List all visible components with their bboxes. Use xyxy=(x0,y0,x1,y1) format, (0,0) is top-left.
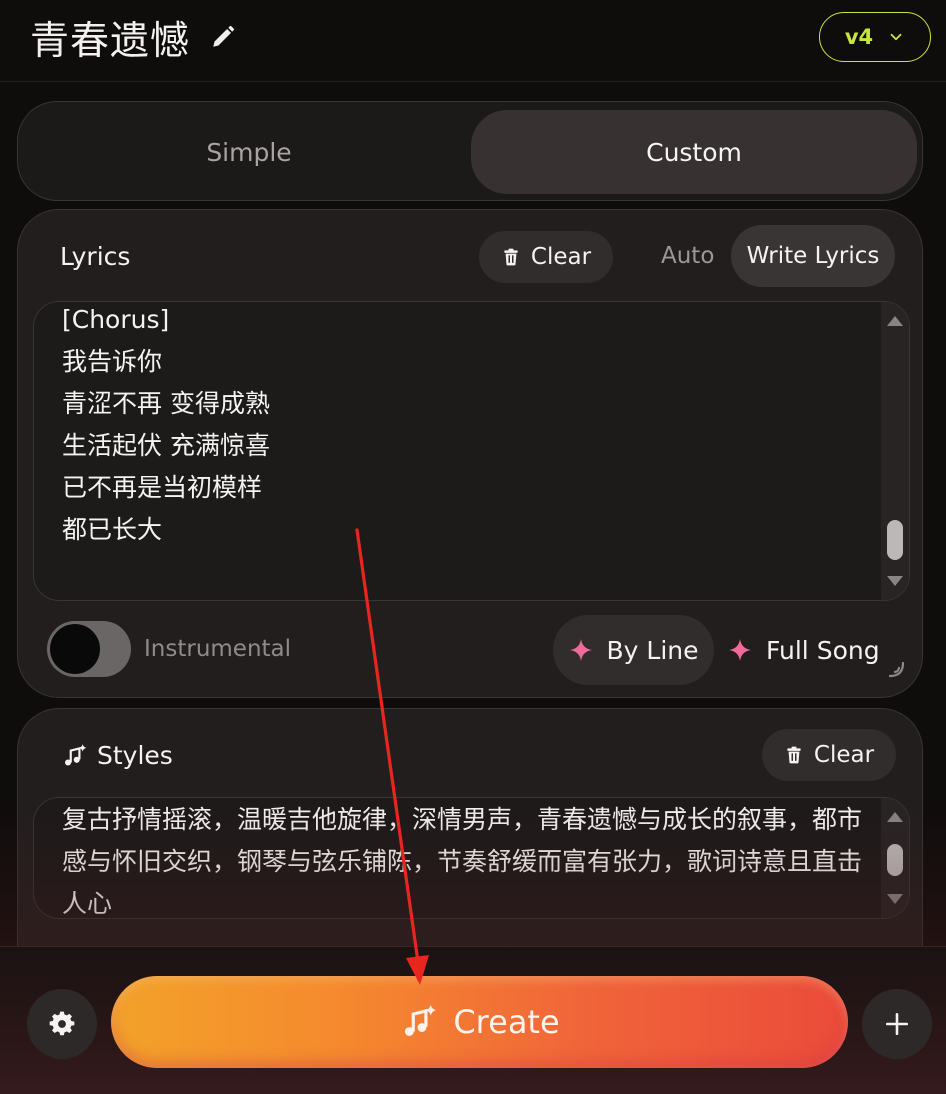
top-bar: 青春遗憾 v4 xyxy=(0,0,946,82)
scroll-down-arrow-icon[interactable] xyxy=(887,576,903,586)
gear-icon xyxy=(49,1011,75,1036)
toggle-knob xyxy=(50,624,100,674)
full-song-label: Full Song xyxy=(766,635,880,665)
write-lyrics-label: Write Lyrics xyxy=(746,243,880,269)
lyrics-line: [Chorus] xyxy=(62,305,170,334)
instrumental-toggle[interactable] xyxy=(47,621,131,677)
music-note-sparkle-icon xyxy=(405,1004,437,1036)
scroll-up-arrow-icon[interactable] xyxy=(887,812,903,822)
trash-icon xyxy=(787,746,801,764)
sparkle-icon xyxy=(569,639,592,661)
tab-simple[interactable]: Simple xyxy=(26,110,472,194)
sparkle-icon xyxy=(729,639,751,661)
lyrics-line: 已不再是当初模样 xyxy=(62,473,263,502)
styles-clear-button[interactable]: Clear xyxy=(762,729,896,781)
scroll-thumb[interactable] xyxy=(887,844,903,876)
create-label: Create xyxy=(453,1003,560,1041)
lyrics-line: 青涩不再 变得成熟 xyxy=(62,389,270,418)
styles-clear-label: Clear xyxy=(813,742,875,768)
music-note-sparkle-icon xyxy=(65,743,87,766)
auto-button[interactable]: Auto xyxy=(661,243,714,269)
full-song-button[interactable]: Full Song xyxy=(728,615,898,685)
settings-button[interactable] xyxy=(27,989,97,1059)
lyrics-line: 我告诉你 xyxy=(62,347,163,376)
write-lyrics-button[interactable]: Write Lyrics xyxy=(731,225,895,287)
instrumental-label: Instrumental xyxy=(144,636,292,662)
tab-custom[interactable]: Custom xyxy=(471,110,917,194)
lyrics-scrollbar[interactable] xyxy=(881,302,909,600)
scroll-up-arrow-icon[interactable] xyxy=(887,316,903,326)
version-label: v4 xyxy=(844,25,874,49)
create-button[interactable]: Create xyxy=(111,976,848,1068)
styles-scrollbar[interactable] xyxy=(881,798,909,918)
version-dropdown[interactable]: v4 xyxy=(819,12,931,62)
lyrics-line: 都已长大 xyxy=(62,515,163,544)
scroll-down-arrow-icon[interactable] xyxy=(887,894,903,904)
add-button[interactable] xyxy=(862,989,932,1059)
styles-label: Styles xyxy=(97,741,173,770)
styles-text: 复古抒情摇滚，温暖吉他旋律，深情男声，青春遗憾与成长的叙事，都市感与怀旧交织，钢… xyxy=(62,805,863,918)
song-title[interactable]: 青春遗憾 xyxy=(30,10,190,66)
trash-icon xyxy=(504,248,518,266)
lyrics-lines: [Chorus] 我告诉你 青涩不再 变得成熟 生活起伏 充满惊喜 已不再是当初… xyxy=(62,302,270,551)
styles-textarea[interactable]: 复古抒情摇滚，温暖吉他旋律，深情男声，青春遗憾与成长的叙事，都市感与怀旧交织，钢… xyxy=(33,797,910,919)
by-line-button[interactable]: By Line xyxy=(553,615,714,685)
chevron-down-icon xyxy=(890,33,902,41)
plus-icon xyxy=(885,1012,909,1036)
lyrics-clear-button[interactable]: Clear xyxy=(479,231,613,283)
scroll-thumb[interactable] xyxy=(887,520,903,560)
pencil-icon[interactable] xyxy=(210,24,236,50)
lyrics-clear-label: Clear xyxy=(530,244,592,270)
mode-switch: Simple Custom xyxy=(17,101,923,201)
lyrics-textarea[interactable]: [Chorus] 我告诉你 青涩不再 变得成熟 生活起伏 充满惊喜 已不再是当初… xyxy=(33,301,910,601)
styles-header: Styles xyxy=(61,741,173,770)
lyrics-line: 生活起伏 充满惊喜 xyxy=(62,431,270,460)
lyrics-label: Lyrics xyxy=(60,242,131,271)
by-line-label: By Line xyxy=(606,635,699,665)
lyrics-panel: Lyrics Clear Auto Write Lyrics [Chorus] … xyxy=(17,209,923,698)
resize-handle-icon[interactable] xyxy=(886,659,906,679)
